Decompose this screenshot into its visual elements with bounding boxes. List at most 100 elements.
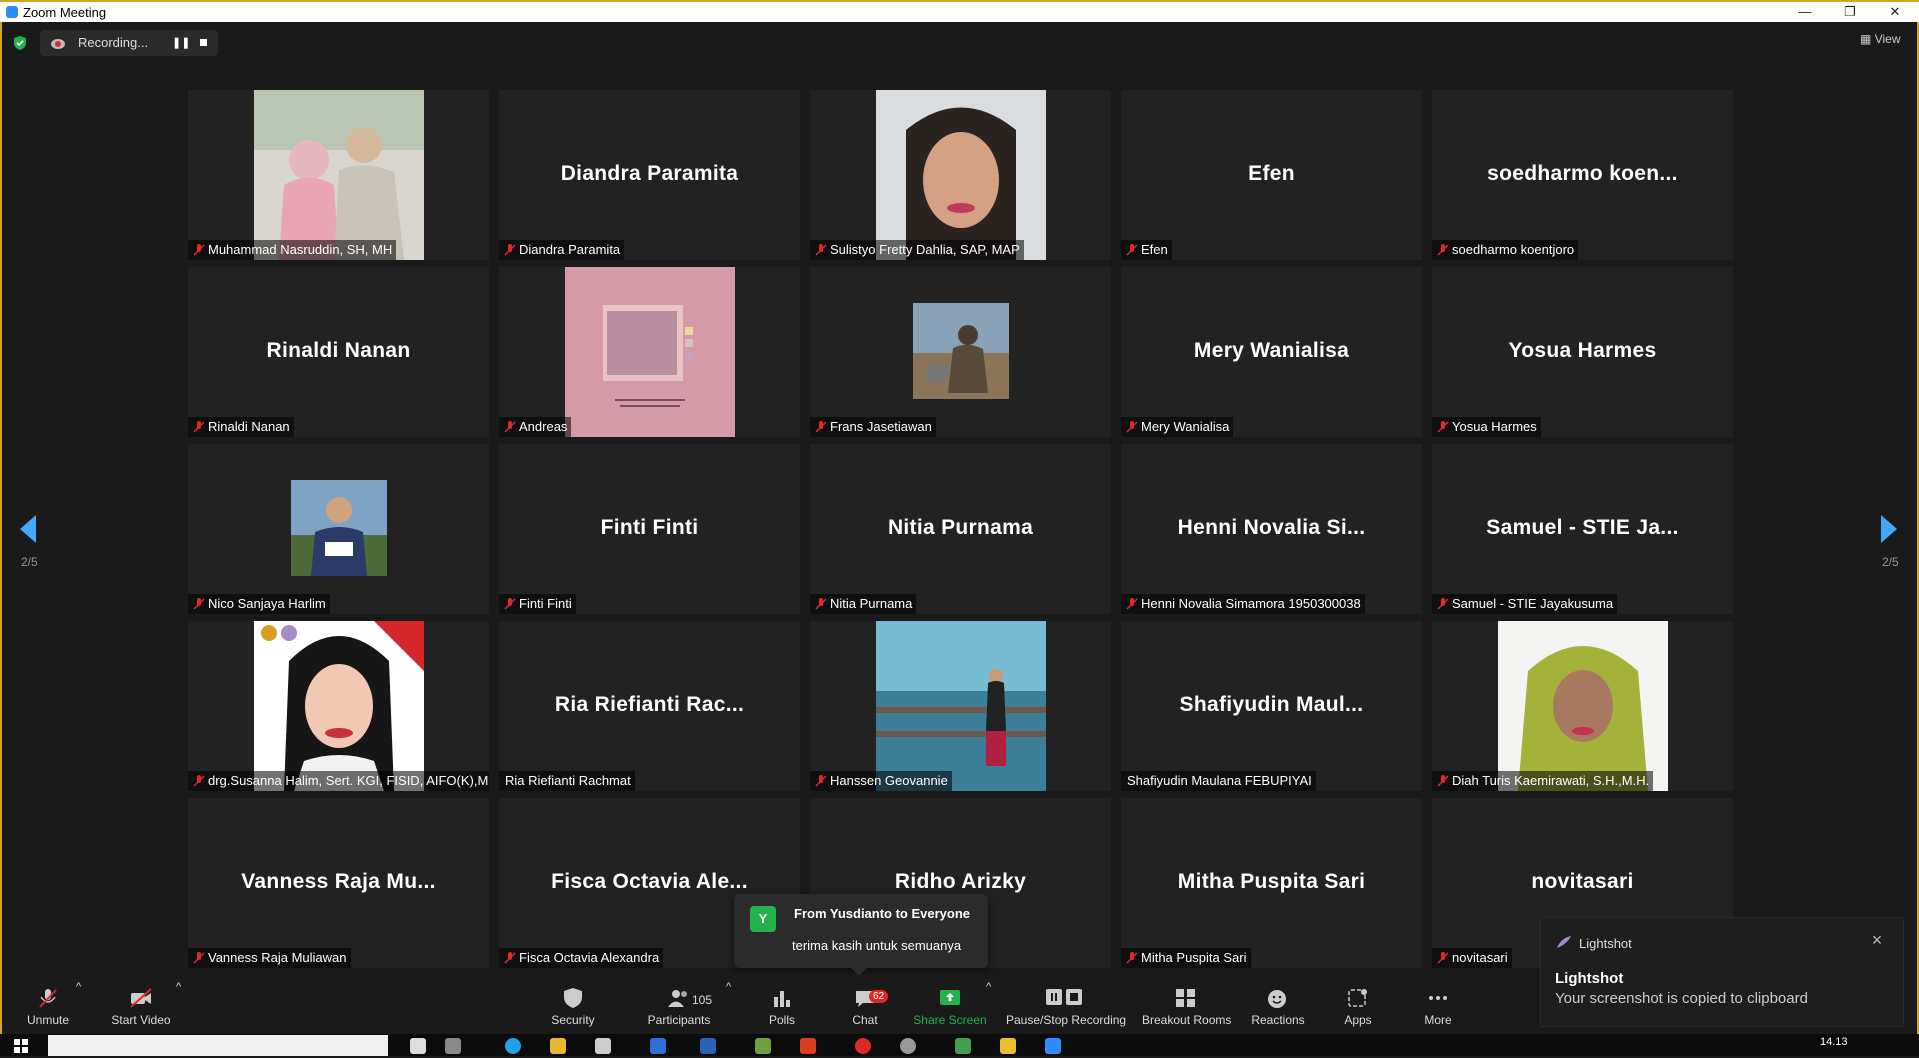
profile-photo (254, 90, 424, 260)
app-red-icon[interactable] (855, 1038, 871, 1054)
participant-name: Fisca Octavia Alexandra (519, 950, 660, 965)
apps-button[interactable]: Apps (1340, 975, 1376, 1034)
participant-display-name: Shafiyudin Maul... (1179, 693, 1364, 716)
video-tile[interactable]: drg.Susanna Halim, Sert. KGI, FISID, AIF… (188, 621, 489, 791)
participant-display-name: Finti Finti (600, 516, 699, 539)
participant-name: Henni Novalia Simamora 1950300038 (1141, 596, 1361, 611)
word-icon[interactable] (700, 1038, 716, 1054)
video-tile[interactable]: Finti Finti Finti Finti (499, 444, 800, 614)
participant-name: Sulistyo Fretty Dahlia, SAP, MAP (830, 242, 1020, 257)
audio-options-caret-icon[interactable]: ^ (76, 981, 81, 993)
muted-mic-icon (504, 244, 516, 256)
share-screen-button[interactable]: Share Screen (912, 975, 988, 1034)
previous-page-arrow-icon[interactable] (20, 515, 36, 543)
pause-recording-button[interactable]: ❚❚ (172, 35, 190, 51)
muted-mic-icon (504, 598, 516, 610)
participant-name: Efen (1141, 242, 1168, 257)
video-tile[interactable]: Diah Turis Kaemirawati, S.H.,M.H. (1432, 621, 1733, 791)
app-gray-icon[interactable] (900, 1038, 916, 1054)
muted-mic-icon (1437, 598, 1449, 610)
encryption-shield-icon[interactable] (12, 35, 28, 51)
store-icon[interactable] (595, 1038, 611, 1054)
chrome-icon[interactable] (955, 1038, 971, 1054)
video-tile[interactable]: Mitha Puspita Sari Mitha Puspita Sari (1121, 798, 1422, 968)
pause-stop-recording-button[interactable]: Pause/Stop Recording (1006, 975, 1126, 1034)
zoom-taskbar-icon[interactable] (1045, 1038, 1061, 1054)
polls-icon (774, 991, 790, 1007)
recording-indicator: Recording... ❚❚ (40, 30, 218, 56)
video-tile[interactable]: Henni Novalia Si... Henni Novalia Simamo… (1121, 444, 1422, 614)
participant-display-name: Vanness Raja Mu... (241, 870, 436, 893)
participant-name: Nitia Purnama (830, 596, 913, 611)
video-tile[interactable]: Andreas (499, 267, 800, 437)
muted-mic-icon (504, 421, 516, 433)
toast-close-icon[interactable]: × (1867, 930, 1887, 950)
video-tile[interactable]: Mery Wanialisa Mery Wanialisa (1121, 267, 1422, 437)
video-tile[interactable]: Shafiyudin Maul... Shafiyudin Maulana FE… (1121, 621, 1422, 791)
folder-icon[interactable] (1000, 1038, 1016, 1054)
video-tile[interactable]: Frans Jasetiawan (810, 267, 1111, 437)
video-tile[interactable]: Hanssen Geovannie (810, 621, 1111, 791)
participant-display-name: Henni Novalia Si... (1177, 516, 1366, 539)
share-options-caret-icon[interactable]: ^ (986, 981, 991, 993)
file-explorer-icon[interactable] (550, 1038, 566, 1054)
profile-photo (876, 90, 1046, 260)
taskbar-search-box[interactable] (48, 1035, 388, 1056)
video-tile[interactable]: Ria Riefianti Rac... Ria Riefianti Rachm… (499, 621, 800, 791)
video-tile[interactable]: Rinaldi Nanan Rinaldi Nanan (188, 267, 489, 437)
video-tile[interactable]: Vanness Raja Mu... Vanness Raja Muliawan (188, 798, 489, 968)
app-icon[interactable] (755, 1038, 771, 1054)
participant-name: Andreas (519, 419, 568, 434)
video-tile[interactable]: Yosua Harmes Yosua Harmes (1432, 267, 1733, 437)
participant-display-name: Efen (1248, 162, 1295, 185)
muted-mic-icon (815, 421, 827, 433)
sender-avatar: Y (750, 906, 776, 932)
lightshot-feather-icon (1557, 936, 1571, 948)
chat-button[interactable]: 62 Chat (845, 975, 889, 1034)
start-video-button[interactable]: Start Video (106, 975, 176, 1034)
video-tile[interactable]: Nitia Purnama Nitia Purnama (810, 444, 1111, 614)
breakout-rooms-button[interactable]: Breakout Rooms (1142, 975, 1231, 1034)
muted-mic-icon (815, 598, 827, 610)
video-options-caret-icon[interactable]: ^ (176, 981, 181, 993)
participant-display-name: Mery Wanialisa (1193, 339, 1350, 362)
video-tile[interactable]: Muhammad Nasruddin, SH, MH (188, 90, 489, 260)
minimize-button[interactable]: — (1785, 3, 1825, 21)
muted-mic-icon (504, 952, 516, 964)
video-tile[interactable]: Samuel - STIE Ja... Samuel - STIE Jayaku… (1432, 444, 1733, 614)
stop-recording-button[interactable] (196, 35, 212, 51)
chat-message-text: terima kasih untuk semuanya (792, 938, 962, 953)
search-icon[interactable] (410, 1038, 426, 1054)
windows-start-icon[interactable] (14, 1039, 28, 1053)
edge-browser-icon[interactable] (505, 1038, 521, 1054)
participant-name: Hanssen Geovannie (830, 773, 948, 788)
powerpoint-icon[interactable] (800, 1038, 816, 1054)
mail-icon[interactable] (650, 1038, 666, 1054)
chat-message-popup[interactable]: Y From Yusdianto to Everyone terima kasi… (734, 894, 988, 976)
participant-name: Muhammad Nasruddin, SH, MH (208, 242, 393, 257)
view-button[interactable]: ▦ View (1860, 32, 1900, 52)
security-button[interactable]: Security (548, 975, 598, 1034)
video-tile[interactable]: Diandra Paramita Diandra Paramita (499, 90, 800, 260)
restore-button[interactable]: ❐ (1830, 3, 1870, 21)
more-button[interactable]: More (1420, 975, 1456, 1034)
video-tile[interactable]: Nico Sanjaya Harlim (188, 444, 489, 614)
participant-display-name: Fisca Octavia Ale... (551, 870, 748, 893)
video-tile[interactable]: Sulistyo Fretty Dahlia, SAP, MAP (810, 90, 1111, 260)
notification-toast[interactable]: Lightshot × Lightshot Your screenshot is… (1541, 918, 1903, 1026)
participant-name: Finti Finti (519, 596, 572, 611)
participants-options-caret-icon[interactable]: ^ (726, 981, 731, 993)
unmute-button[interactable]: Unmute (20, 975, 76, 1034)
polls-button[interactable]: Polls (762, 975, 802, 1034)
reactions-button[interactable]: Reactions (1250, 975, 1306, 1034)
next-page-arrow-icon[interactable] (1881, 515, 1897, 543)
video-tile[interactable]: Efen Efen (1121, 90, 1422, 260)
toast-title: Lightshot (1555, 970, 1624, 987)
unmute-label: Unmute (26, 1013, 70, 1027)
task-view-icon[interactable] (445, 1038, 461, 1054)
video-tile[interactable]: soedharmo koen... soedharmo koentjoro (1432, 90, 1733, 260)
close-window-button[interactable]: ✕ (1875, 3, 1915, 21)
profile-photo (876, 621, 1046, 791)
apps-icon (1348, 989, 1367, 1007)
page-indicator-right: 2/5 (1882, 555, 1899, 569)
